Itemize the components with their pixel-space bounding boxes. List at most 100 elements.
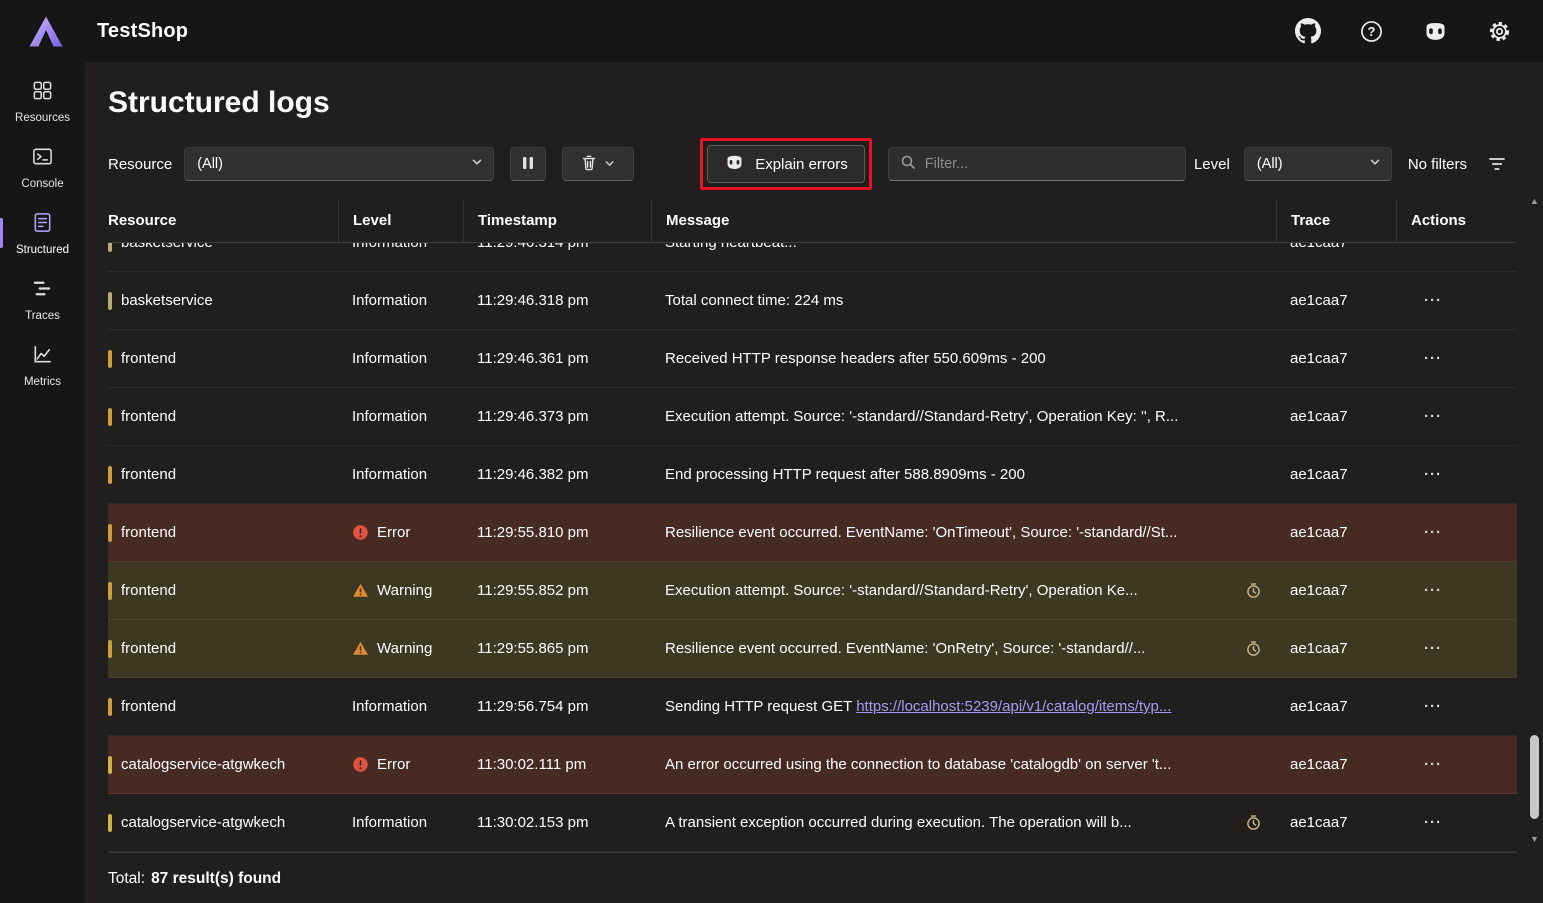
table-header: Resource Level Timestamp Message Trace A… xyxy=(108,199,1517,243)
total-label: Total: xyxy=(108,870,145,888)
log-rows: basketservice Information 11:29:46.314 p… xyxy=(108,243,1517,852)
timestamp: 11:29:46.361 pm xyxy=(463,350,651,367)
level-cell: Information xyxy=(338,408,463,425)
help-icon[interactable]: ? xyxy=(1358,18,1385,45)
level-text: Information xyxy=(352,243,427,251)
trace-cell: ae1caa7 xyxy=(1276,408,1396,425)
trace-link[interactable]: ae1caa7 xyxy=(1290,292,1348,309)
table-row[interactable]: frontend Information 11:29:46.382 pm xyxy=(108,446,1517,504)
timestamp: 11:30:02.153 pm xyxy=(463,814,651,831)
traces-icon xyxy=(31,277,54,305)
row-actions[interactable]: ··· xyxy=(1396,408,1517,425)
trace-link[interactable]: ae1caa7 xyxy=(1290,524,1348,541)
trace-link[interactable]: ae1caa7 xyxy=(1290,814,1348,831)
row-actions[interactable]: ··· xyxy=(1396,350,1517,367)
topbar: TestShop ? xyxy=(0,0,1543,62)
message-link[interactable]: https://localhost:5239/api/v1/catalog/it… xyxy=(856,698,1171,715)
trace-link[interactable]: ae1caa7 xyxy=(1290,243,1348,251)
level-text: Information xyxy=(352,698,427,715)
sidebar-item-metrics[interactable]: Metrics xyxy=(0,334,85,396)
table-row[interactable]: catalogservice-atgwkech Information 11:3… xyxy=(108,794,1517,852)
sidebar-item-resources[interactable]: Resources xyxy=(0,70,85,132)
trace-link[interactable]: ae1caa7 xyxy=(1290,698,1348,715)
explain-errors-button[interactable]: Explain errors xyxy=(707,145,865,183)
resource-name: catalogservice-atgwkech xyxy=(121,756,285,773)
level-cell: Information xyxy=(338,814,463,831)
copilot-icon xyxy=(724,152,745,177)
resource-cell: frontend xyxy=(108,524,338,542)
resource-cell: frontend xyxy=(108,408,338,426)
table-row[interactable]: frontend Information 11:29:46.373 pm xyxy=(108,388,1517,446)
sidebar-item-label: Traces xyxy=(25,310,60,322)
table-row[interactable]: frontend Warning 11:29:55.852 pm E xyxy=(108,562,1517,620)
settings-gear-icon[interactable] xyxy=(1486,18,1513,45)
resource-color-bar xyxy=(108,698,112,716)
message-cell: Total connect time: 224 ms xyxy=(651,292,1276,309)
row-actions[interactable]: ··· xyxy=(1396,466,1517,483)
github-icon[interactable] xyxy=(1294,18,1321,45)
row-actions[interactable]: ··· xyxy=(1396,640,1517,657)
table-row[interactable]: frontend Error 11:29:55.810 pm Res xyxy=(108,504,1517,562)
log-message: Execution attempt. Source: '-standard//S… xyxy=(665,408,1270,425)
resource-cell: frontend xyxy=(108,582,338,600)
trace-cell: ae1caa7 xyxy=(1276,466,1396,483)
resource-cell: basketservice xyxy=(108,292,338,310)
trace-cell: ae1caa7 xyxy=(1276,640,1396,657)
scroll-down-arrow[interactable]: ▼ xyxy=(1528,833,1541,845)
row-actions[interactable]: ··· xyxy=(1396,292,1517,309)
log-message: Resilience event occurred. EventName: 'O… xyxy=(665,640,1235,657)
clear-logs-button[interactable] xyxy=(562,147,634,181)
row-actions[interactable]: ··· xyxy=(1396,243,1517,251)
trace-link[interactable]: ae1caa7 xyxy=(1290,408,1348,425)
filter-funnel-icon[interactable] xyxy=(1481,148,1513,180)
scrollbar-thumb[interactable] xyxy=(1530,735,1539,819)
table-row[interactable]: frontend Information 11:29:46.361 pm xyxy=(108,330,1517,388)
message-cell: End processing HTTP request after 588.89… xyxy=(651,466,1276,483)
annotation-highlight: Explain errors xyxy=(700,138,872,190)
row-actions[interactable]: ··· xyxy=(1396,582,1517,599)
row-actions[interactable]: ··· xyxy=(1396,814,1517,831)
trace-link[interactable]: ae1caa7 xyxy=(1290,466,1348,483)
page-title: Structured logs xyxy=(108,84,1543,122)
log-message: A transient exception occurred during ex… xyxy=(665,814,1235,831)
resource-name: basketservice xyxy=(121,243,213,251)
resource-dropdown[interactable]: (All) xyxy=(184,147,494,181)
resource-color-bar xyxy=(108,582,112,600)
timestamp: 11:29:55.852 pm xyxy=(463,582,651,599)
level-filter-label: Level xyxy=(1194,156,1230,173)
resource-name: frontend xyxy=(121,640,176,657)
timestamp: 11:29:46.373 pm xyxy=(463,408,651,425)
level-text: Information xyxy=(352,466,427,483)
row-actions[interactable]: ··· xyxy=(1396,756,1517,773)
level-cell: Information xyxy=(338,698,463,715)
copilot-icon[interactable] xyxy=(1422,18,1449,45)
filter-search-box xyxy=(888,147,1186,181)
log-message: Starting heartbeat... xyxy=(665,243,1270,251)
row-actions[interactable]: ··· xyxy=(1396,698,1517,715)
trace-link[interactable]: ae1caa7 xyxy=(1290,756,1348,773)
scroll-up-arrow[interactable]: ▲ xyxy=(1528,195,1541,207)
row-actions[interactable]: ··· xyxy=(1396,524,1517,541)
total-value: 87 result(s) found xyxy=(151,870,281,888)
level-text: Error xyxy=(377,524,410,541)
sidebar-item-console[interactable]: Console xyxy=(0,136,85,198)
warning-icon xyxy=(352,582,369,599)
filter-input[interactable] xyxy=(925,156,1174,172)
table-row[interactable]: frontend Warning 11:29:55.865 pm R xyxy=(108,620,1517,678)
level-dropdown[interactable]: (All) xyxy=(1244,147,1392,181)
sidebar-item-structured[interactable]: Structured xyxy=(0,202,85,264)
table-row[interactable]: catalogservice-atgwkech Error 11:30:02.1… xyxy=(108,736,1517,794)
trace-link[interactable]: ae1caa7 xyxy=(1290,350,1348,367)
log-message: End processing HTTP request after 588.89… xyxy=(665,466,1270,483)
sidebar: Resources Console Structured Traces xyxy=(0,62,85,903)
trace-link[interactable]: ae1caa7 xyxy=(1290,582,1348,599)
column-header-actions: Actions xyxy=(1396,199,1517,242)
pause-logs-button[interactable] xyxy=(510,147,546,181)
sidebar-item-traces[interactable]: Traces xyxy=(0,268,85,330)
error-icon xyxy=(352,524,369,541)
table-row[interactable]: basketservice Information 11:29:46.318 p… xyxy=(108,272,1517,330)
table-row[interactable]: basketservice Information 11:29:46.314 p… xyxy=(108,243,1517,272)
aspire-logo-icon xyxy=(26,13,66,49)
table-row[interactable]: frontend Information 11:29:56.754 pm xyxy=(108,678,1517,736)
trace-link[interactable]: ae1caa7 xyxy=(1290,640,1348,657)
